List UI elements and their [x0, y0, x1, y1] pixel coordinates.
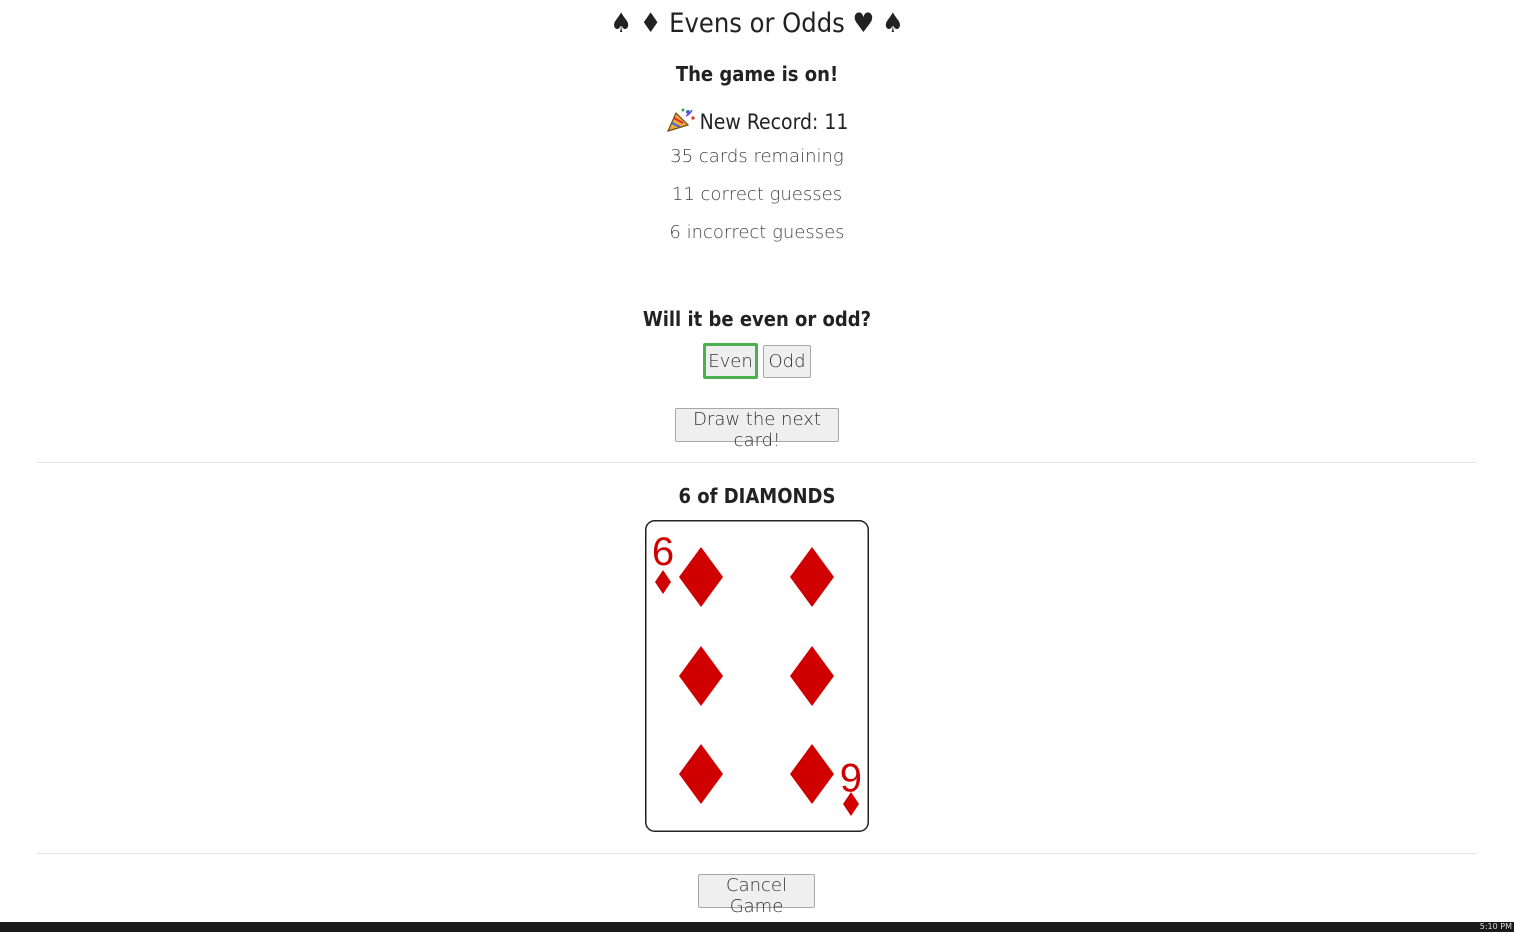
incorrect-guesses: 6 incorrect guesses — [669, 222, 845, 243]
guess-question: Will it be even or odd? — [642, 307, 872, 331]
divider-top — [37, 462, 1477, 463]
taskbar: 5:10 PM — [0, 922, 1514, 932]
cards-remaining: 35 cards remaining — [670, 146, 844, 167]
game-page: ♠ ♦ Evens or Odds ♥ ♠ The game is on! Ne… — [0, 0, 1514, 922]
record-line: New Record: 11 — [0, 107, 1514, 134]
game-status: The game is on! — [675, 62, 839, 86]
draw-next-card-button[interactable]: Draw the next card! — [675, 408, 839, 451]
page-title: ♠ ♦ Evens or Odds ♥ ♠ — [610, 8, 904, 39]
card-name: 6 of DIAMONDS — [678, 484, 836, 508]
even-button[interactable]: Even — [703, 343, 758, 379]
cancel-game-button[interactable]: Cancel Game — [698, 874, 815, 917]
record-label: New Record: 11 — [699, 110, 849, 134]
playing-card: 6 6 — [645, 520, 869, 832]
guess-choices: Even Odd — [0, 343, 1514, 381]
taskbar-clock: 5:10 PM — [1479, 922, 1512, 931]
card-rank-top: 6 — [652, 530, 674, 574]
correct-guesses: 11 correct guesses — [671, 184, 843, 205]
odd-button[interactable]: Odd — [763, 345, 811, 378]
party-popper-icon — [666, 108, 695, 132]
divider-bottom — [37, 853, 1477, 854]
